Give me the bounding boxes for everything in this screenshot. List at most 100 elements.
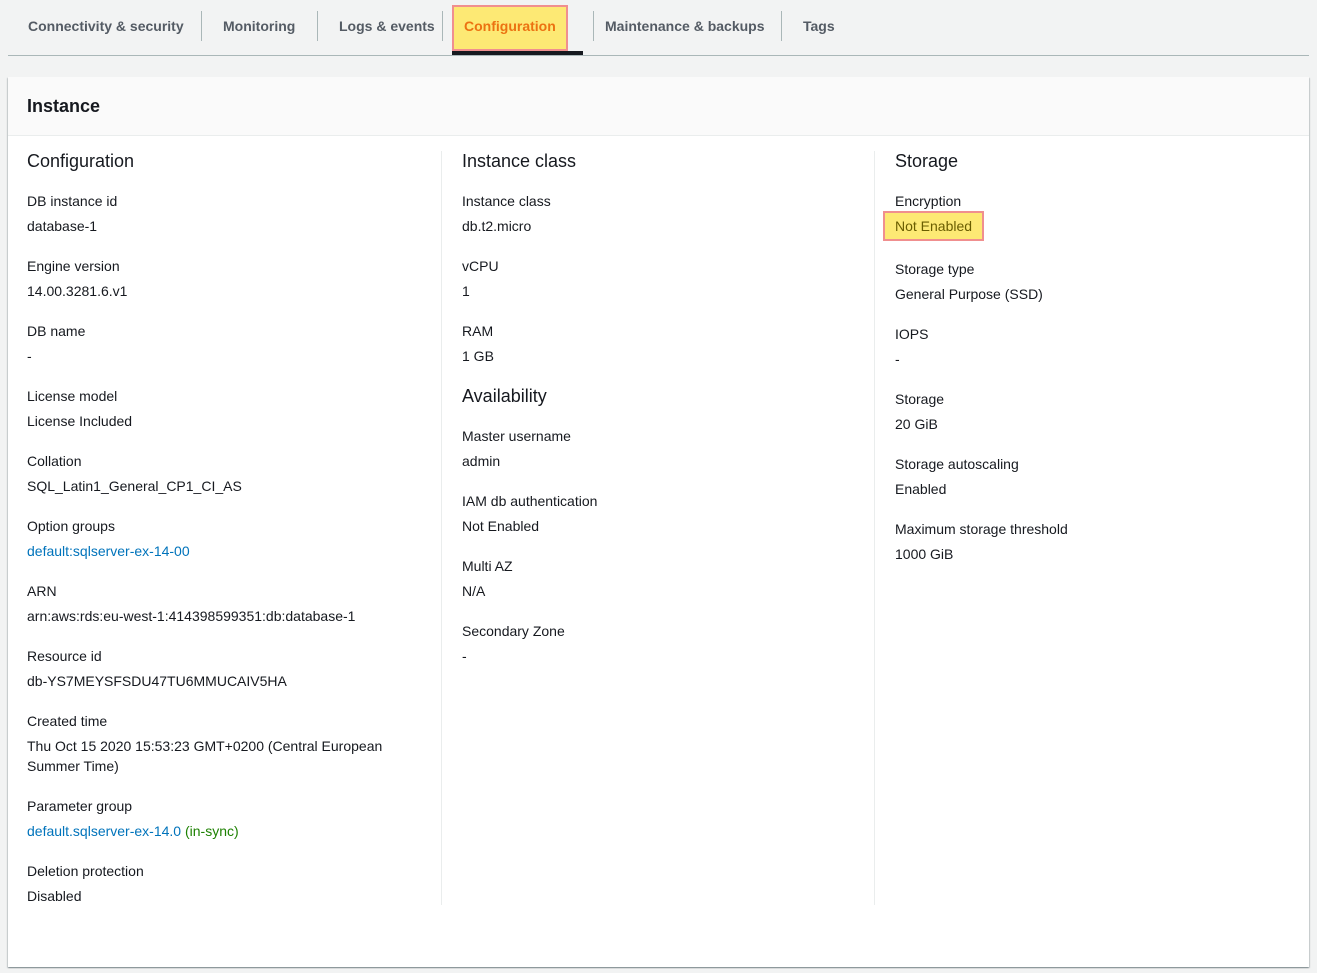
kv-label: vCPU — [462, 258, 499, 274]
tab-monitoring[interactable]: Monitoring — [223, 11, 295, 41]
kv-label: License model — [27, 388, 118, 404]
kv-storage-type: Storage type General Purpose (SSD) — [895, 259, 1295, 304]
kv-db-name: DB name - — [27, 321, 427, 366]
kv-iam-db-auth: IAM db authentication Not Enabled — [462, 491, 862, 536]
tab-tags[interactable]: Tags — [803, 11, 835, 41]
kv-value: arn:aws:rds:eu-west-1:414398599351:db:da… — [27, 608, 356, 624]
kv-deletion-protection: Deletion protection Disabled — [27, 861, 427, 906]
kv-value: Disabled — [27, 888, 82, 904]
section-title-availability: Availability — [462, 386, 547, 406]
kv-label: Storage — [895, 391, 945, 407]
tab-logs-events[interactable]: Logs & events — [339, 11, 435, 41]
tab-bar: Connectivity & security Monitoring Logs … — [8, 0, 1309, 56]
kv-label: DB name — [27, 323, 86, 339]
kv-arn: ARN arn:aws:rds:eu-west-1:414398599351:d… — [27, 581, 427, 626]
tab-divider — [317, 11, 318, 41]
kv-value: General Purpose (SSD) — [895, 286, 1043, 302]
kv-value: - — [462, 648, 467, 664]
section-title-configuration: Configuration — [27, 151, 135, 171]
storage-column: Storage Encryption Not Enabled Storage t… — [882, 151, 1295, 584]
tab-divider — [593, 11, 594, 41]
kv-value: N/A — [462, 583, 486, 599]
kv-collation: Collation SQL_Latin1_General_CP1_CI_AS — [27, 451, 427, 496]
kv-value: database-1 — [27, 218, 98, 234]
kv-label: ARN — [27, 583, 57, 599]
kv-value: 20 GiB — [895, 416, 938, 432]
configuration-column: Configuration DB instance id database-1 … — [27, 151, 427, 926]
kv-label: DB instance id — [27, 193, 118, 209]
tab-connectivity-security[interactable]: Connectivity & security — [28, 11, 184, 41]
kv-value: 14.00.3281.6.v1 — [27, 283, 128, 299]
kv-value: SQL_Latin1_General_CP1_CI_AS — [27, 478, 242, 494]
kv-value: 1 — [462, 283, 470, 299]
in-sync-status: (in-sync) — [184, 823, 239, 839]
section-title-storage: Storage — [895, 151, 959, 171]
kv-value: - — [895, 351, 900, 367]
kv-value: db.t2.micro — [462, 218, 532, 234]
parameter-group-link[interactable]: default.sqlserver-ex-14.0 — [27, 823, 181, 839]
instance-class-column: Instance class Instance class db.t2.micr… — [462, 151, 862, 686]
section-title-instance-class: Instance class — [462, 151, 577, 171]
kv-max-storage-threshold: Maximum storage threshold 1000 GiB — [895, 519, 1295, 564]
kv-label: Multi AZ — [462, 558, 513, 574]
panel-header: Instance — [8, 77, 1309, 136]
kv-resource-id: Resource id db-YS7MEYSFSDU47TU6MMUCAIV5H… — [27, 646, 427, 691]
kv-value: Thu Oct 15 2020 15:53:23 GMT+0200 (Centr… — [27, 738, 383, 774]
kv-license-model: License model License Included — [27, 386, 427, 431]
column-divider — [441, 151, 442, 905]
kv-encryption: Encryption Not Enabled — [882, 191, 1295, 241]
kv-option-groups: Option groups default:sqlserver-ex-14-00 — [27, 516, 427, 561]
tab-divider — [781, 11, 782, 41]
kv-label: Collation — [27, 453, 82, 469]
column-divider — [874, 151, 875, 905]
kv-multi-az: Multi AZ N/A — [462, 556, 862, 601]
kv-label: Option groups — [27, 518, 115, 534]
kv-value: default.sqlserver-ex-14.0 (in-sync) — [27, 821, 427, 841]
panel-title: Instance — [27, 96, 101, 116]
kv-label: IOPS — [895, 326, 929, 342]
kv-value-wrap: Not Enabled — [882, 211, 1295, 241]
kv-value: 1000 GiB — [895, 546, 954, 562]
kv-label: Maximum storage threshold — [895, 521, 1068, 537]
kv-label: Instance class — [462, 193, 551, 209]
kv-label: Deletion protection — [27, 863, 144, 879]
active-tab-indicator — [452, 51, 583, 55]
kv-label: RAM — [462, 323, 494, 339]
encryption-value-highlighted: Not Enabled — [882, 211, 985, 241]
kv-secondary-zone: Secondary Zone - — [462, 621, 862, 666]
kv-value: db-YS7MEYSFSDU47TU6MMUCAIV5HA — [27, 673, 287, 689]
kv-parameter-group: Parameter group default.sqlserver-ex-14.… — [27, 796, 427, 841]
tab-configuration[interactable]: Configuration — [452, 5, 568, 51]
tab-divider — [201, 11, 202, 41]
kv-created-time: Created time Thu Oct 15 2020 15:53:23 GM… — [27, 711, 427, 776]
kv-label: IAM db authentication — [462, 493, 598, 509]
tab-maintenance-backups[interactable]: Maintenance & backups — [605, 11, 765, 41]
kv-instance-class: Instance class db.t2.micro — [462, 191, 862, 236]
kv-value: - — [27, 348, 32, 364]
kv-ram: RAM 1 GB — [462, 321, 862, 366]
kv-storage: Storage 20 GiB — [895, 389, 1295, 434]
kv-value: 1 GB — [462, 348, 494, 364]
kv-value: License Included — [27, 413, 133, 429]
tab-divider — [442, 11, 443, 41]
kv-label: Storage autoscaling — [895, 456, 1019, 472]
kv-value: Not Enabled — [462, 518, 540, 534]
kv-label: Parameter group — [27, 798, 133, 814]
kv-label: Secondary Zone — [462, 623, 565, 639]
kv-label: Resource id — [27, 648, 102, 664]
instance-panel: Instance Configuration DB instance id da… — [8, 77, 1309, 967]
kv-label: Encryption — [895, 193, 962, 209]
kv-vcpu: vCPU 1 — [462, 256, 862, 301]
kv-label: Storage type — [895, 261, 975, 277]
option-group-link[interactable]: default:sqlserver-ex-14-00 — [27, 541, 427, 561]
kv-db-instance-id: DB instance id database-1 — [27, 191, 427, 236]
kv-storage-autoscaling: Storage autoscaling Enabled — [895, 454, 1295, 499]
kv-label: Master username — [462, 428, 571, 444]
kv-master-username: Master username admin — [462, 426, 862, 471]
kv-value: admin — [462, 453, 501, 469]
kv-value: Enabled — [895, 481, 947, 497]
kv-label: Engine version — [27, 258, 120, 274]
kv-engine-version: Engine version 14.00.3281.6.v1 — [27, 256, 427, 301]
kv-iops: IOPS - — [895, 324, 1295, 369]
kv-label: Created time — [27, 713, 108, 729]
